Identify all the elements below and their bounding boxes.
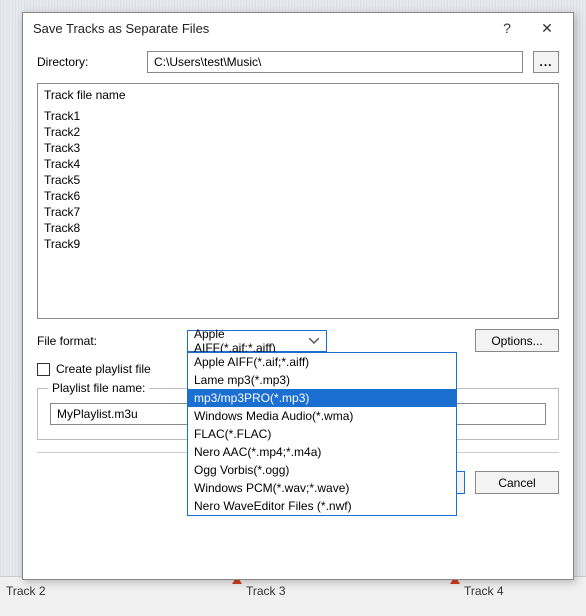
list-item[interactable]: Track7	[44, 204, 552, 220]
track-list-header: Track file name	[44, 88, 552, 102]
directory-label: Directory:	[37, 55, 137, 69]
ellipsis-icon: ...	[539, 55, 552, 69]
list-item[interactable]: Track8	[44, 220, 552, 236]
bg-track-label: Track 2	[6, 584, 46, 598]
save-tracks-dialog: Save Tracks as Separate Files ? ✕ Direct…	[22, 12, 574, 580]
format-label: File format:	[37, 334, 177, 348]
bg-track-label: Track 4	[464, 584, 504, 598]
background-timeline: Track 2 Track 3 Track 4	[0, 576, 586, 616]
titlebar: Save Tracks as Separate Files ? ✕	[23, 13, 573, 43]
list-item[interactable]: Track4	[44, 156, 552, 172]
create-playlist-checkbox[interactable]	[37, 363, 50, 376]
browse-button[interactable]: ...	[533, 51, 559, 73]
list-item[interactable]: Track3	[44, 140, 552, 156]
list-item[interactable]: Track6	[44, 188, 552, 204]
format-option[interactable]: Lame mp3(*.mp3)	[188, 371, 456, 389]
format-dropdown-list[interactable]: Apple AIFF(*.aif;*.aiff) Lame mp3(*.mp3)…	[187, 352, 457, 516]
directory-input[interactable]	[147, 51, 523, 73]
bg-track-label: Track 3	[246, 584, 286, 598]
close-button[interactable]: ✕	[527, 14, 567, 42]
format-option[interactable]: FLAC(*.FLAC)	[188, 425, 456, 443]
list-item[interactable]: Track1	[44, 108, 552, 124]
format-combobox[interactable]: Apple AIFF(*.aif;*.aiff) Apple AIFF(*.ai…	[187, 330, 327, 352]
format-selected-text: Apple AIFF(*.aif;*.aiff)	[194, 327, 306, 355]
create-playlist-label: Create playlist file	[56, 362, 151, 376]
directory-row: Directory: ...	[37, 51, 559, 73]
cancel-button[interactable]: Cancel	[475, 471, 559, 494]
list-item[interactable]: Track9	[44, 236, 552, 252]
format-option[interactable]: Windows Media Audio(*.wma)	[188, 407, 456, 425]
help-icon: ?	[503, 20, 511, 36]
format-option[interactable]: Nero AAC(*.mp4;*.m4a)	[188, 443, 456, 461]
help-button[interactable]: ?	[487, 14, 527, 42]
list-item[interactable]: Track2	[44, 124, 552, 140]
playlist-group-label: Playlist file name:	[48, 381, 149, 395]
close-icon: ✕	[541, 20, 553, 37]
chevron-down-icon	[306, 338, 322, 344]
track-listbox[interactable]: Track file name Track1 Track2 Track3 Tra…	[37, 83, 559, 319]
format-option[interactable]: Windows PCM(*.wav;*.wave)	[188, 479, 456, 497]
format-row: File format: Apple AIFF(*.aif;*.aiff) Ap…	[37, 329, 559, 352]
options-button[interactable]: Options...	[475, 329, 559, 352]
format-option[interactable]: Apple AIFF(*.aif;*.aiff)	[188, 353, 456, 371]
dialog-title: Save Tracks as Separate Files	[33, 21, 487, 36]
format-option[interactable]: Ogg Vorbis(*.ogg)	[188, 461, 456, 479]
format-option[interactable]: Nero WaveEditor Files (*.nwf)	[188, 497, 456, 515]
list-item[interactable]: Track5	[44, 172, 552, 188]
format-option[interactable]: mp3/mp3PRO(*.mp3)	[188, 389, 456, 407]
